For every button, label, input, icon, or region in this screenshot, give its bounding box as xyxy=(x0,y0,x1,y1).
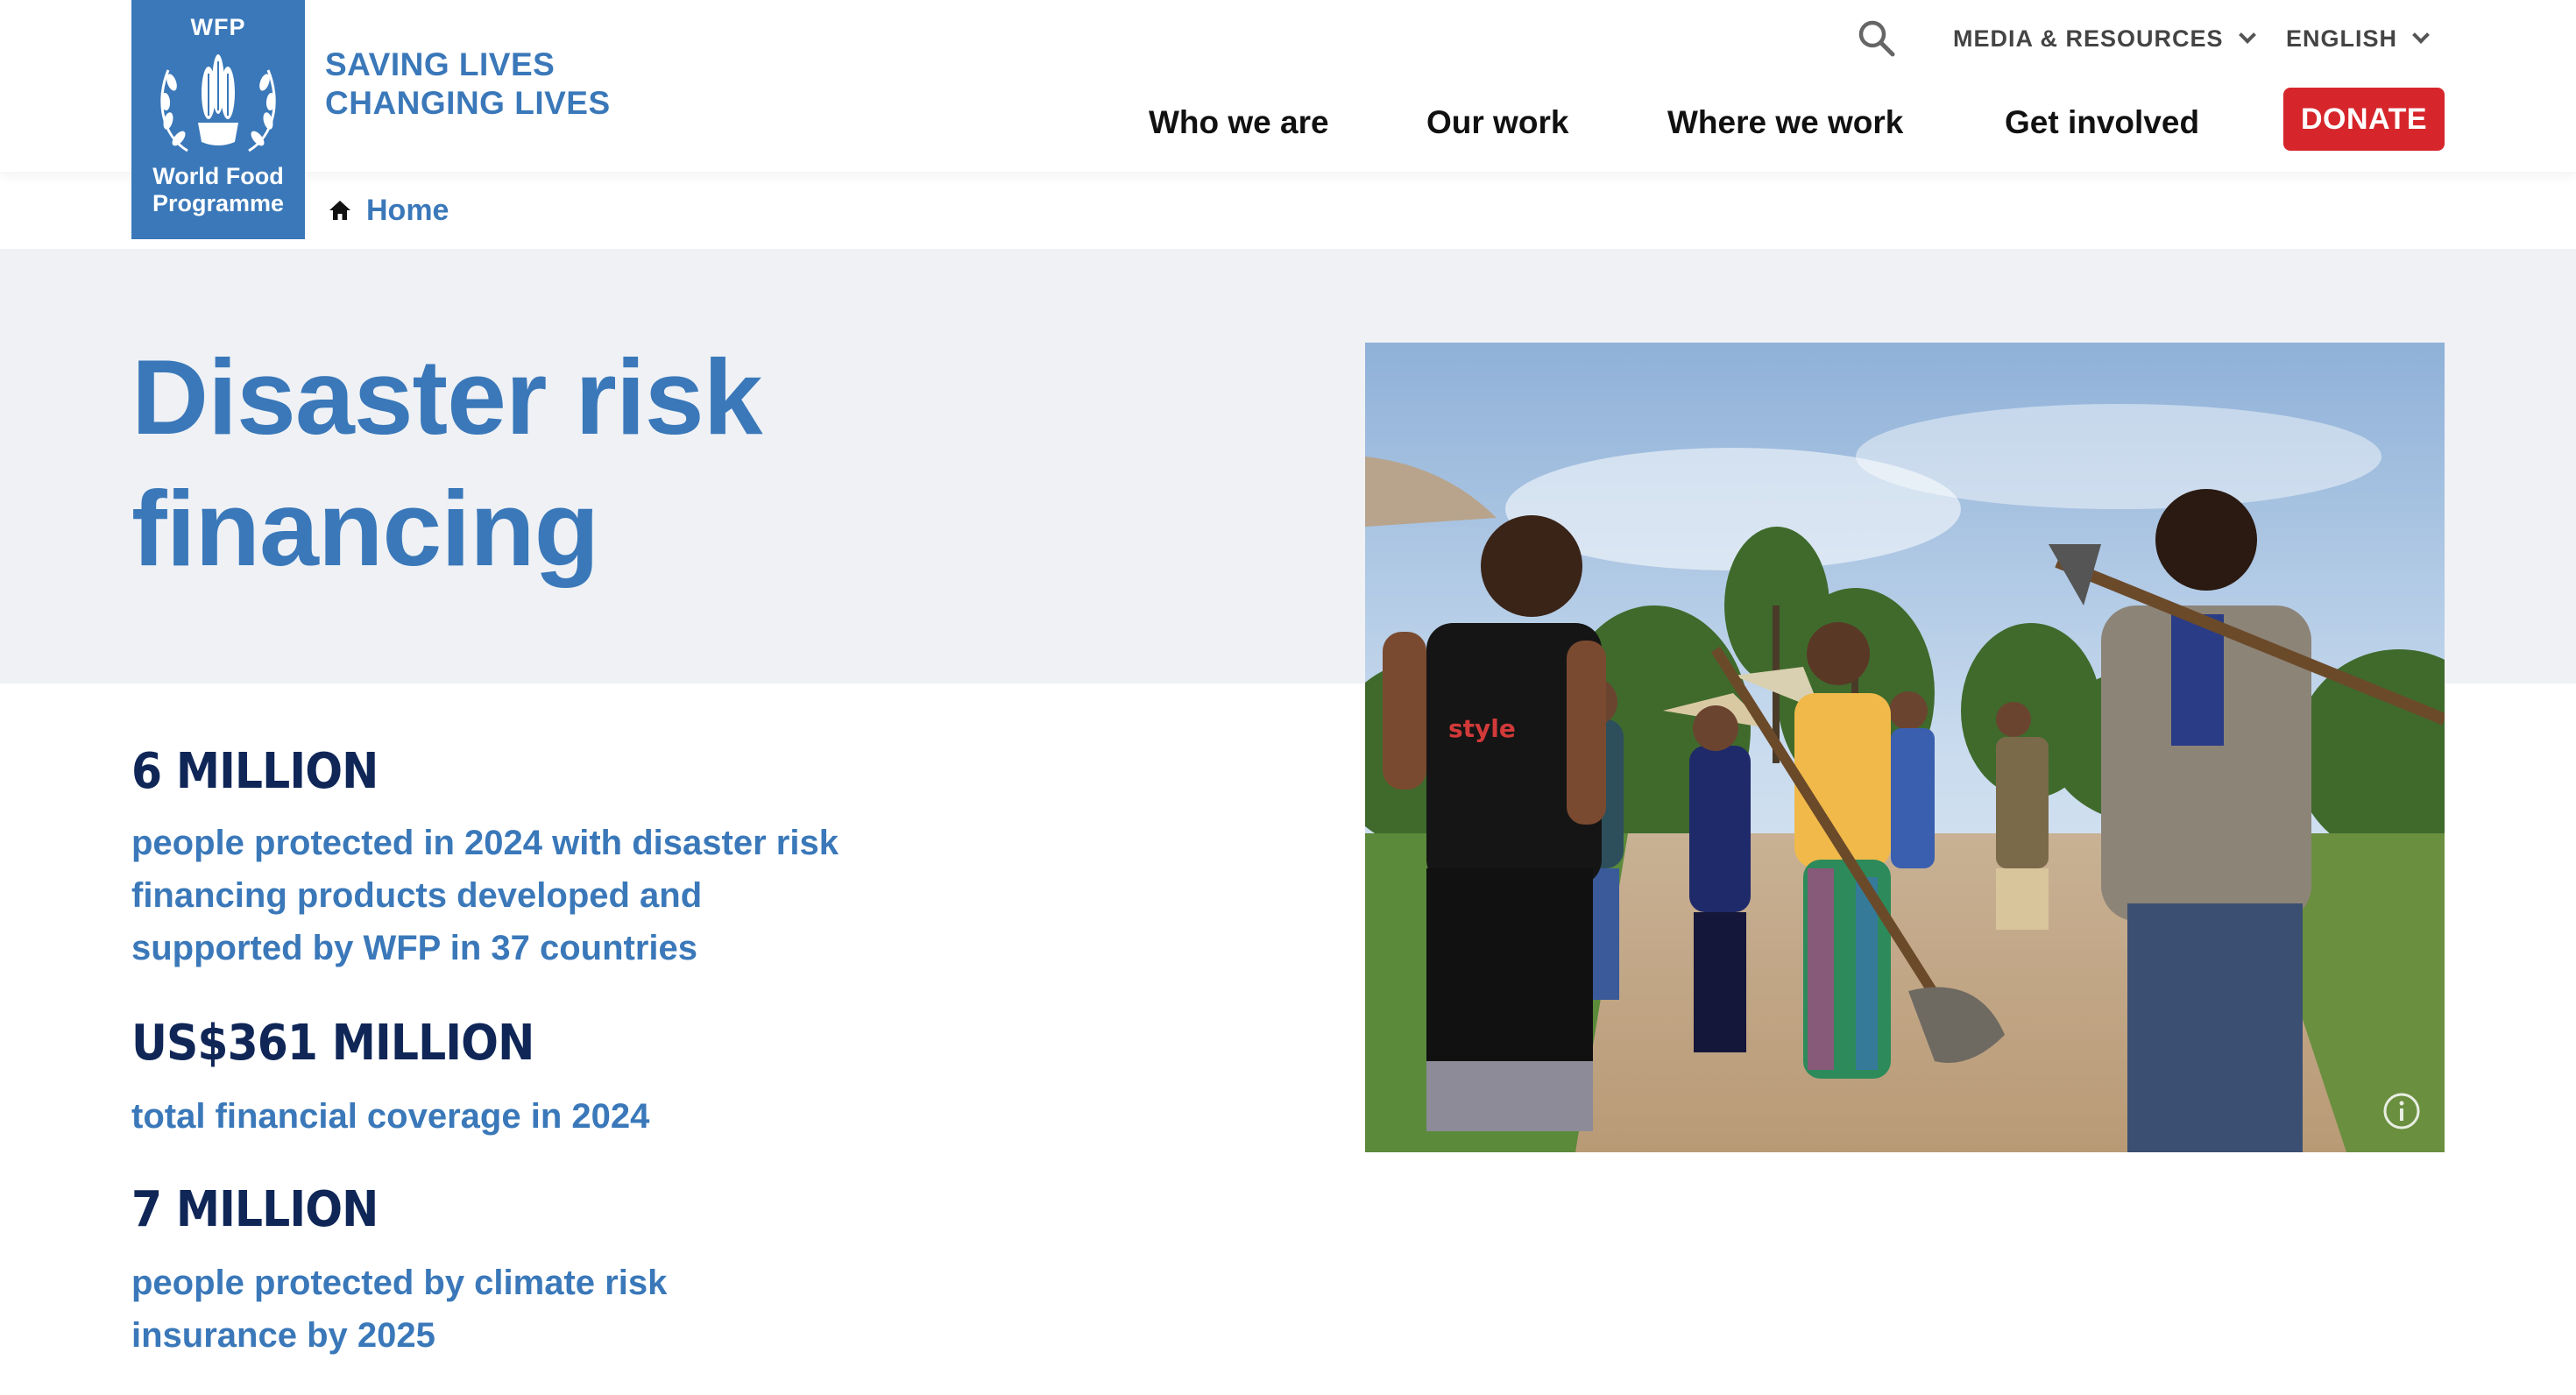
stat-description: people protected in 2024 with disaster r… xyxy=(131,824,839,967)
stat-block: 7 MILLION people protected by climate ri… xyxy=(131,1181,762,1362)
home-icon xyxy=(329,201,350,220)
nav-who-we-are[interactable]: Who we are xyxy=(1149,96,1329,149)
svg-text:style: style xyxy=(1448,714,1516,743)
stat-number: 6 MILLION xyxy=(131,743,379,800)
language-dropdown[interactable]: ENGLISH xyxy=(2286,19,2430,58)
media-resources-dropdown[interactable]: MEDIA & RESOURCES xyxy=(1953,19,2256,58)
wfp-emblem-icon xyxy=(160,54,276,152)
logo-name: World Food Programme xyxy=(131,163,305,217)
hero-photo: style xyxy=(1365,343,2445,1152)
language-label: ENGLISH xyxy=(2286,25,2398,52)
chevron-down-icon xyxy=(2412,26,2430,44)
stat-number: 7 MILLION xyxy=(131,1181,379,1238)
stat-description: total financial coverage in 2024 xyxy=(131,1097,650,1136)
nav-where-we-work[interactable]: Where we work xyxy=(1667,96,1903,149)
chevron-down-icon xyxy=(2238,26,2256,44)
site-header: SAVING LIVES CHANGING LIVES MEDIA & RESO… xyxy=(0,0,2576,172)
stat-number: US$361 MILLION xyxy=(131,1015,534,1072)
tagline-line-1: SAVING LIVES xyxy=(325,46,556,82)
hero-photo-illustration: style xyxy=(1365,343,2445,1152)
breadcrumb: Home xyxy=(328,191,449,230)
wfp-logo[interactable]: WFP World Food Programme xyxy=(131,0,305,239)
stat-description: people protected by climate risk insuran… xyxy=(131,1264,668,1355)
tagline: SAVING LIVES CHANGING LIVES xyxy=(325,46,611,123)
tagline-line-2: CHANGING LIVES xyxy=(325,85,611,121)
page-title: Disaster risk financing xyxy=(131,337,762,588)
logo-name-line-2: Programme xyxy=(152,190,285,216)
logo-acronym: WFP xyxy=(190,14,246,40)
media-resources-label: MEDIA & RESOURCES xyxy=(1953,25,2224,52)
stat-block: 6 MILLION people protected in 2024 with … xyxy=(131,743,850,974)
logo-name-line-1: World Food xyxy=(152,163,284,189)
breadcrumb-home-link[interactable]: Home xyxy=(366,194,449,228)
info-icon[interactable] xyxy=(2381,1091,2422,1131)
stat-block: US$361 MILLION total financial coverage … xyxy=(131,1015,850,1143)
nav-get-involved[interactable]: Get involved xyxy=(2005,96,2199,149)
search-icon[interactable] xyxy=(1856,18,1898,60)
nav-our-work[interactable]: Our work xyxy=(1426,96,1568,149)
donate-button[interactable]: DONATE xyxy=(2283,88,2445,151)
